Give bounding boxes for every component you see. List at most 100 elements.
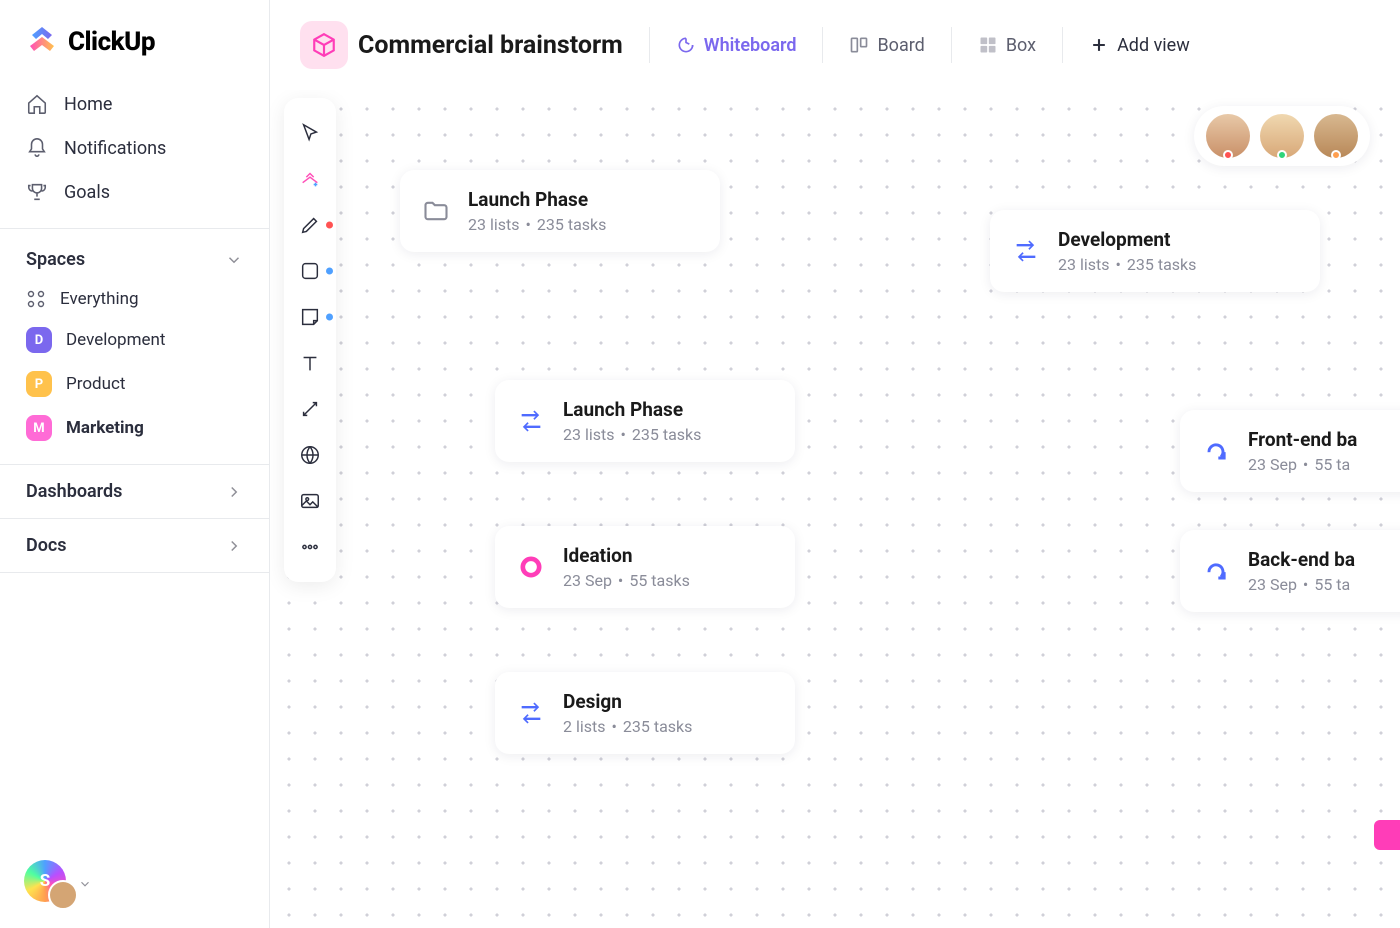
whiteboard-canvas[interactable]: Launch Phase 23 lists•235 tasks Launch P…: [270, 90, 1400, 928]
space-label: Marketing: [66, 418, 144, 438]
tab-whiteboard[interactable]: Whiteboard: [660, 27, 813, 64]
sidebar-item-product[interactable]: P Product: [14, 362, 255, 406]
app-name: ClickUp: [68, 27, 155, 57]
card-subtitle: 23 Sep•55 ta: [1248, 455, 1357, 474]
nav-home[interactable]: Home: [14, 82, 255, 126]
whiteboard-toolbar: [284, 98, 336, 582]
card-backend[interactable]: Back-end ba 23 Sep•55 ta: [1180, 530, 1400, 612]
tool-more[interactable]: [288, 526, 332, 568]
grid-icon: [26, 289, 46, 309]
tab-label: Board: [877, 35, 924, 56]
section-title: Spaces: [26, 249, 85, 270]
tab-label: Box: [1006, 35, 1036, 56]
card-title: Front-end ba: [1248, 428, 1357, 451]
page-icon[interactable]: [300, 21, 348, 69]
logo[interactable]: ClickUp: [0, 0, 269, 78]
tab-label: Whiteboard: [704, 35, 797, 56]
tab-box[interactable]: Box: [962, 27, 1052, 64]
tool-connector[interactable]: [288, 388, 332, 430]
tool-shape[interactable]: [288, 250, 332, 292]
card-title: Ideation: [563, 544, 690, 567]
avatar[interactable]: [1206, 114, 1250, 158]
chevron-right-icon: [225, 483, 243, 501]
sidebar: ClickUp Home Notifications Goals Spaces …: [0, 0, 270, 928]
card-subtitle: 23 lists•235 tasks: [468, 215, 606, 234]
box-icon: [978, 35, 998, 55]
avatar[interactable]: [1260, 114, 1304, 158]
dashboards-link[interactable]: Dashboards: [0, 465, 269, 518]
tool-text[interactable]: [288, 342, 332, 384]
docs-section: Docs: [0, 518, 269, 572]
chevron-down-icon: [78, 877, 92, 891]
space-badge: P: [26, 371, 52, 397]
plus-icon: [1089, 35, 1109, 55]
loop-icon: [1202, 437, 1230, 465]
folder-icon: [422, 197, 450, 225]
card-title: Launch Phase: [563, 398, 701, 421]
card-title: Design: [563, 690, 692, 713]
avatar[interactable]: [1314, 114, 1358, 158]
clickup-logo-icon: [26, 24, 58, 60]
spaces-header[interactable]: Spaces: [14, 243, 255, 280]
tool-pointer[interactable]: [288, 112, 332, 154]
loop-icon: [1202, 557, 1230, 585]
section-title: Docs: [26, 535, 67, 556]
nav-main: Home Notifications Goals: [0, 78, 269, 228]
tool-sticky[interactable]: [288, 296, 332, 338]
space-badge: D: [26, 327, 52, 353]
sync-icon: [1012, 237, 1040, 265]
spaces-section: Spaces Everything D Development P Produc…: [0, 228, 269, 464]
nav-label: Home: [64, 94, 112, 115]
tab-board[interactable]: Board: [833, 27, 940, 64]
nav-label: Notifications: [64, 138, 166, 159]
cube-icon: [311, 32, 337, 58]
dashboards-section: Dashboards: [0, 464, 269, 518]
sidebar-item-everything[interactable]: Everything: [14, 280, 255, 318]
card-title: Launch Phase: [468, 188, 606, 211]
space-label: Product: [66, 374, 125, 394]
docs-link[interactable]: Docs: [0, 519, 269, 572]
card-title: Back-end ba: [1248, 548, 1355, 571]
card-launch-phase-root[interactable]: Launch Phase 23 lists•235 tasks: [400, 170, 720, 252]
card-ideation[interactable]: Ideation 23 Sep•55 tasks: [495, 526, 795, 608]
sidebar-item-marketing[interactable]: M Marketing: [14, 406, 255, 450]
whiteboard-icon: [676, 35, 696, 55]
edge-handle[interactable]: [1374, 820, 1400, 850]
space-badge: M: [26, 415, 52, 441]
chevron-right-icon: [225, 537, 243, 555]
trophy-icon: [26, 181, 48, 203]
tool-pen[interactable]: [288, 204, 332, 246]
avatar-photo: [48, 880, 78, 910]
board-icon: [849, 35, 869, 55]
card-frontend[interactable]: Front-end ba 23 Sep•55 ta: [1180, 410, 1400, 492]
bell-icon: [26, 137, 48, 159]
user-menu[interactable]: S: [24, 860, 92, 908]
card-development[interactable]: Development 23 lists•235 tasks: [990, 210, 1320, 292]
add-view-button[interactable]: Add view: [1073, 27, 1206, 64]
card-subtitle: 23 Sep•55 ta: [1248, 575, 1355, 594]
sidebar-item-development[interactable]: D Development: [14, 318, 255, 362]
chevron-down-icon: [225, 251, 243, 269]
home-icon: [26, 93, 48, 115]
section-title: Dashboards: [26, 481, 122, 502]
add-view-label: Add view: [1117, 35, 1190, 56]
page-title: Commercial brainstorm: [358, 31, 623, 60]
card-title: Development: [1058, 228, 1196, 251]
nav-label: Goals: [64, 182, 110, 203]
sync-icon: [517, 699, 545, 727]
nav-goals[interactable]: Goals: [14, 170, 255, 214]
card-design[interactable]: Design 2 lists•235 tasks: [495, 672, 795, 754]
nav-notifications[interactable]: Notifications: [14, 126, 255, 170]
tool-image[interactable]: [288, 480, 332, 522]
card-subtitle: 23 lists•235 tasks: [563, 425, 701, 444]
card-launch-phase[interactable]: Launch Phase 23 lists•235 tasks: [495, 380, 795, 462]
circle-icon: [517, 553, 545, 581]
tool-clickup[interactable]: [288, 158, 332, 200]
tool-web[interactable]: [288, 434, 332, 476]
avatar: S: [24, 860, 72, 908]
space-label: Everything: [60, 289, 139, 309]
collaborator-avatars[interactable]: [1194, 106, 1370, 166]
space-label: Development: [66, 330, 165, 350]
card-subtitle: 23 Sep•55 tasks: [563, 571, 690, 590]
card-subtitle: 2 lists•235 tasks: [563, 717, 692, 736]
